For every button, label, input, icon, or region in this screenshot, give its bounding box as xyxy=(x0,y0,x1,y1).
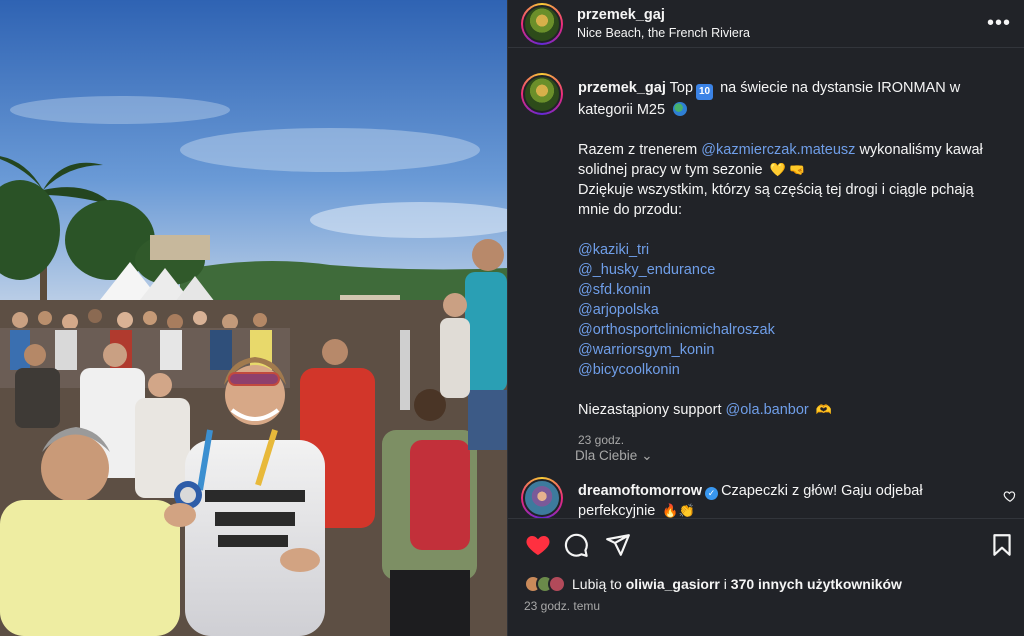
mentions-list: @kaziki_tri @_husky_endurance @sfd.konin… xyxy=(578,240,996,380)
support-mention-link[interactable]: @ola.banbor xyxy=(726,402,809,418)
post-header: przemek_gaj Nice Beach, the French Rivie… xyxy=(508,0,1024,48)
comment-line-2: perfekcyjnie xyxy=(578,503,656,519)
post-dialog: przemek_gaj Nice Beach, the French Rivie… xyxy=(0,0,1024,636)
caption-coach-pre: Razem z trenerem xyxy=(578,142,698,158)
caption-paragraph-coach: Razem z trenerem @kazmierczak.mateusz wy… xyxy=(578,140,996,180)
author-info: przemek_gaj Nice Beach, the French Rivie… xyxy=(577,6,750,42)
likes-mid: i xyxy=(723,576,727,592)
likes-pre: Lubią to xyxy=(572,576,622,592)
mention-link[interactable]: @kaziki_tri xyxy=(578,240,996,260)
mention-link[interactable]: @arjopolska xyxy=(578,300,996,320)
comment-item: dreamoftomorrow ✓ Czapeczki z głów! Gaju o… xyxy=(508,473,1024,521)
likes-count-link[interactable]: 370 innych użytkowników xyxy=(731,576,902,592)
caption-top-text: Top xyxy=(669,80,694,96)
comment-text: dreamoftomorrow ✓ Czapeczki z głów! Gaju o… xyxy=(578,481,988,521)
heart-filled-icon[interactable] xyxy=(525,532,551,558)
mention-link[interactable]: @_husky_endurance xyxy=(578,260,996,280)
caption-text: przemek_gaj Top 10 na świecie na dystansi… xyxy=(578,78,996,447)
post-caption: przemek_gaj Top 10 na świecie na dystansi… xyxy=(508,60,1024,447)
mention-link[interactable]: @orthosportclinicmichalroszak xyxy=(578,320,996,340)
caption-timestamp[interactable]: 23 godz. xyxy=(578,430,996,450)
liker-avatar xyxy=(548,575,566,593)
keycap-ten-icon: 10 xyxy=(696,84,714,100)
coach-mention-link[interactable]: @kazmierczak.mateusz xyxy=(701,142,855,158)
heart-fist-emoji: 💛 🤜 xyxy=(769,162,806,177)
post-timestamp: 23 godz. temu xyxy=(524,599,601,613)
caption-thanks: Dziękuje wszystkim, którzy są częścią te… xyxy=(578,182,974,218)
for-you-toggle[interactable]: Dla Ciebie ⌄ xyxy=(575,448,653,464)
post-photo[interactable] xyxy=(0,0,507,636)
chevron-down-icon: ⌄ xyxy=(641,448,653,463)
liker-avatars xyxy=(524,575,566,593)
for-you-label: Dla Ciebie xyxy=(575,448,638,463)
commenter-username[interactable]: dreamoftomorrow xyxy=(578,483,702,499)
likes-user-link[interactable]: oliwia_gasiorr xyxy=(626,576,720,592)
likes-summary[interactable]: Lubią to oliwia_gasiorr i 370 innych uży… xyxy=(524,575,902,593)
post-location[interactable]: Nice Beach, the French Riviera xyxy=(577,24,750,42)
commenter-avatar[interactable] xyxy=(521,477,563,519)
more-horizontal-icon[interactable]: ••• xyxy=(987,13,1011,33)
mention-link[interactable]: @sfd.konin xyxy=(578,280,996,300)
share-icon[interactable] xyxy=(605,532,631,558)
likes-text: Lubią to oliwia_gasiorr i 370 innych uży… xyxy=(572,576,902,592)
caption-author-avatar[interactable] xyxy=(521,73,563,115)
caption-support: Niezastąpiony support @ola.banbor 🫶 xyxy=(578,400,996,420)
mention-link[interactable]: @warriorsgym_konin xyxy=(578,340,996,360)
mention-link[interactable]: @bicycoolkonin xyxy=(578,360,996,380)
post-actions-bar xyxy=(508,518,1024,570)
verified-badge-icon: ✓ xyxy=(705,487,719,500)
comment-like-heart-icon[interactable] xyxy=(1003,489,1017,503)
globe-icon xyxy=(673,102,688,116)
author-avatar[interactable] xyxy=(521,2,563,45)
bookmark-icon[interactable] xyxy=(989,532,1015,558)
comment-line-1: Czapeczki z głów! Gaju odjebał xyxy=(721,483,923,499)
heart-hands-emoji: 🫶 xyxy=(815,402,832,417)
author-username[interactable]: przemek_gaj xyxy=(577,6,750,24)
comment-icon[interactable] xyxy=(563,532,589,558)
photo-illustration xyxy=(0,0,507,636)
post-side-panel: przemek_gaj Nice Beach, the French Rivie… xyxy=(507,0,1024,636)
caption-username[interactable]: przemek_gaj xyxy=(578,80,666,96)
support-text: Niezastąpiony support xyxy=(578,402,722,418)
caption-line-1: przemek_gaj Top 10 na świecie na dystansi… xyxy=(578,78,996,120)
